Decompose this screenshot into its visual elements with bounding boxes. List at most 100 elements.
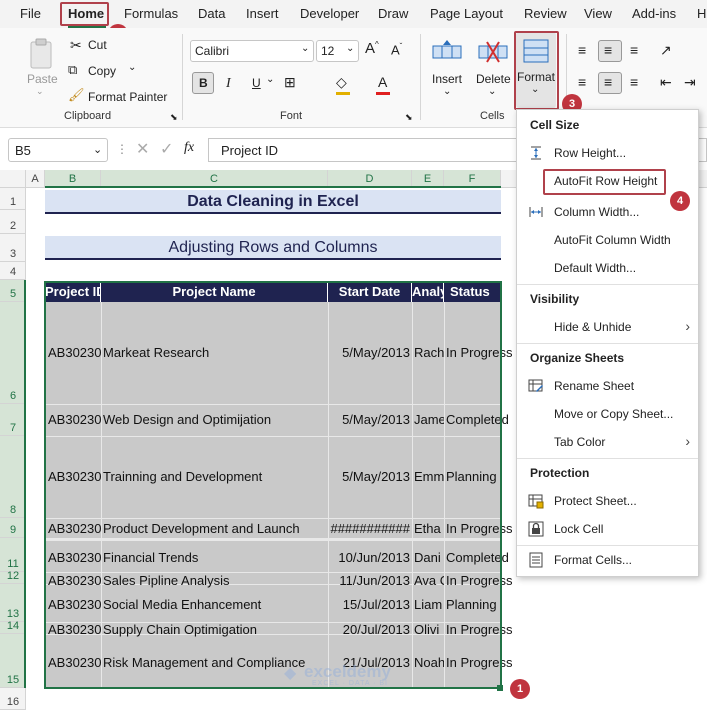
select-all-corner[interactable]: [0, 170, 26, 188]
row-header-7[interactable]: 7: [0, 404, 26, 436]
hide-unhide-item[interactable]: Hide & Unhide ›: [517, 314, 698, 340]
borders-icon[interactable]: ⊞: [284, 74, 296, 91]
row-header-2[interactable]: 2: [0, 210, 26, 234]
insert-cells-button[interactable]: Insert: [432, 72, 462, 86]
insert-cells-icon[interactable]: [432, 38, 462, 66]
row-header-6[interactable]: 6: [0, 302, 26, 404]
align-bottom-icon[interactable]: ≡: [630, 42, 638, 58]
move-copy-sheet-item[interactable]: Move or Copy Sheet...: [517, 401, 698, 427]
font-launcher-icon[interactable]: ⬊: [405, 112, 413, 123]
row-header-15[interactable]: 15: [0, 634, 26, 688]
tab-view[interactable]: View: [584, 6, 612, 21]
format-painter-button[interactable]: Format Painter: [88, 90, 167, 104]
tab-help[interactable]: H: [697, 6, 706, 21]
bold-button[interactable]: B: [192, 72, 214, 94]
default-width-item[interactable]: Default Width...: [517, 255, 698, 281]
ribbon-separator: [420, 34, 421, 120]
row-header-3[interactable]: 3: [0, 234, 26, 262]
row-header-1[interactable]: 1: [0, 188, 26, 210]
row-header-14[interactable]: 14: [0, 620, 26, 634]
format-cells-label: Format Cells...: [554, 553, 633, 567]
tab-data[interactable]: Data: [198, 6, 225, 21]
italic-button[interactable]: I: [226, 76, 231, 92]
chevron-down-icon[interactable]: ⌄: [443, 86, 451, 97]
enter-icon[interactable]: ✓: [160, 139, 173, 159]
rename-sheet-item[interactable]: Rename Sheet: [517, 373, 698, 399]
chevron-down-icon: ⌄: [346, 43, 355, 54]
autofit-column-width-label: AutoFit Column Width: [554, 233, 671, 247]
insert-function-icon[interactable]: fx: [184, 140, 194, 156]
row-header-11[interactable]: 11: [0, 538, 26, 572]
align-right-icon[interactable]: ≡: [630, 74, 638, 90]
align-top-icon[interactable]: ≡: [578, 42, 586, 58]
align-left-icon[interactable]: ≡: [578, 74, 586, 90]
underline-button[interactable]: U: [252, 76, 261, 90]
home-tab-highlight: [60, 2, 109, 26]
column-width-label: Column Width...: [554, 205, 640, 219]
row-header-8[interactable]: 8: [0, 436, 26, 518]
row-header-12[interactable]: 12: [0, 570, 26, 584]
tab-color-label: Tab Color: [554, 435, 606, 449]
tab-color-item[interactable]: Tab Color ›: [517, 429, 698, 455]
bold-icon: B: [199, 76, 208, 90]
chevron-down-icon[interactable]: ⌄: [488, 86, 496, 97]
row-header-13[interactable]: 13: [0, 584, 26, 622]
column-header-a[interactable]: A: [26, 170, 45, 188]
step-badge-4: 4: [670, 191, 690, 211]
delete-cells-button[interactable]: Delete: [476, 72, 511, 86]
sheet-subtitle[interactable]: Adjusting Rows and Columns: [45, 236, 501, 260]
increase-indent-icon[interactable]: ⇥: [684, 74, 696, 91]
tab-insert[interactable]: Insert: [246, 6, 279, 21]
font-color-icon[interactable]: A: [378, 74, 387, 90]
fill-color-icon[interactable]: ◇: [336, 74, 347, 91]
align-middle-button[interactable]: ≡: [598, 40, 622, 62]
row-header-4[interactable]: 4: [0, 262, 26, 280]
move-copy-sheet-label: Move or Copy Sheet...: [554, 407, 674, 421]
ribbon-separator: [182, 34, 183, 120]
align-center-button[interactable]: ≡: [598, 72, 622, 94]
clipboard-launcher-icon[interactable]: ⬊: [170, 112, 178, 123]
tab-file[interactable]: File: [20, 6, 41, 21]
protect-sheet-item[interactable]: Protect Sheet...: [517, 488, 698, 514]
font-name-dropdown[interactable]: Calibri ⌄: [190, 40, 314, 62]
formula-value: Project ID: [221, 143, 279, 158]
font-size-dropdown[interactable]: 12 ⌄: [316, 40, 359, 62]
align-center-icon: ≡: [604, 74, 613, 90]
name-box[interactable]: B5 ⌄: [8, 138, 108, 162]
tab-add-ins[interactable]: Add-ins: [632, 6, 676, 21]
fill-color-swatch: [336, 92, 350, 95]
row-header-16[interactable]: 16: [0, 688, 26, 710]
cut-button[interactable]: Cut: [88, 38, 107, 52]
tab-draw[interactable]: Draw: [378, 6, 408, 21]
tab-developer[interactable]: Developer: [300, 6, 359, 21]
decrease-indent-icon[interactable]: ⇤: [660, 74, 672, 91]
cancel-icon[interactable]: ✕: [136, 139, 149, 159]
chevron-down-icon[interactable]: ⌄: [266, 74, 274, 85]
format-cells-item[interactable]: Format Cells...: [517, 547, 698, 573]
paste-icon[interactable]: [28, 38, 54, 70]
paste-label[interactable]: Paste: [27, 72, 58, 86]
font-size-value: 12: [321, 44, 335, 58]
copy-button[interactable]: Copy: [88, 64, 116, 78]
sheet-title[interactable]: Data Cleaning in Excel: [45, 190, 501, 214]
autofit-row-height-highlight: [543, 169, 666, 195]
autofit-column-width-item[interactable]: AutoFit Column Width: [517, 227, 698, 253]
row-height-item[interactable]: Row Height...: [517, 140, 698, 166]
tab-formulas[interactable]: Formulas: [124, 6, 178, 21]
lock-cell-item[interactable]: Lock Cell: [517, 516, 698, 542]
format-cells-icon: [529, 552, 543, 568]
fill-handle[interactable]: [497, 685, 503, 691]
orientation-icon[interactable]: ↗: [660, 42, 672, 59]
row-header-5[interactable]: 5: [0, 280, 26, 302]
increase-font-icon[interactable]: A^: [365, 40, 379, 57]
name-box-value: B5: [15, 143, 31, 158]
tab-page-layout[interactable]: Page Layout: [430, 6, 503, 21]
row-header-9[interactable]: 9: [0, 518, 26, 538]
visibility-heading: Visibility: [530, 292, 580, 306]
paste-chevron-icon[interactable]: ⌄: [36, 86, 44, 97]
decrease-font-icon[interactable]: Aˇ: [391, 42, 402, 57]
delete-cells-icon[interactable]: [478, 38, 508, 66]
copy-chevron-icon[interactable]: ⌄: [128, 62, 136, 73]
title-band: Data Cleaning in Excel: [45, 190, 501, 214]
tab-review[interactable]: Review: [524, 6, 567, 21]
